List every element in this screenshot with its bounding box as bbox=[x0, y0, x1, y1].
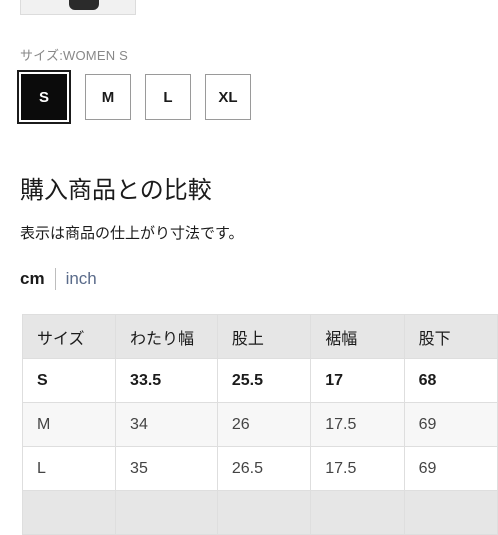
product-image[interactable] bbox=[20, 0, 136, 15]
table-header-row: サイズ わたり幅 股上 裾幅 股下 bbox=[21, 314, 498, 359]
size-selector: S M L XL bbox=[17, 70, 251, 124]
table-cell: 33.5 bbox=[115, 358, 218, 403]
unit-cm-button[interactable]: cm bbox=[20, 269, 45, 289]
comparison-title: 購入商品との比較 bbox=[20, 177, 212, 204]
column-header: 裾幅 bbox=[310, 314, 405, 359]
table-cell: 34 bbox=[115, 402, 218, 447]
table-cell: 17.5 bbox=[310, 446, 405, 491]
table-row-cut-off bbox=[21, 490, 498, 535]
size-table: サイズ わたり幅 股上 裾幅 股下 S 33.5 25.5 17 68 M 34… bbox=[21, 314, 498, 535]
unit-inch-button[interactable]: inch bbox=[66, 269, 97, 289]
table-cell bbox=[403, 490, 498, 535]
table-cell: M bbox=[21, 402, 117, 447]
table-cell: 69 bbox=[403, 402, 498, 447]
table-cell: 26.5 bbox=[216, 446, 312, 491]
table-cell bbox=[21, 490, 117, 535]
unit-divider bbox=[54, 268, 56, 290]
size-button-s-label: S bbox=[21, 74, 67, 120]
column-header: サイズ bbox=[21, 314, 117, 359]
table-cell: S bbox=[21, 358, 117, 403]
table-row: L 35 26.5 17.5 69 bbox=[21, 446, 498, 491]
table-row: S 33.5 25.5 17 68 bbox=[21, 358, 498, 403]
table-cell: 17 bbox=[310, 358, 405, 403]
column-header: 股上 bbox=[216, 314, 312, 359]
table-cell bbox=[310, 490, 405, 535]
table-cell: 68 bbox=[403, 358, 498, 403]
size-button-l[interactable]: L bbox=[145, 74, 191, 120]
table-cell bbox=[216, 490, 312, 535]
table-cell: 17.5 bbox=[310, 402, 405, 447]
table-row: M 34 26 17.5 69 bbox=[21, 402, 498, 447]
selected-size-label: サイズ:WOMEN S bbox=[20, 48, 128, 63]
unit-toggle: cm inch bbox=[20, 268, 97, 290]
size-button-s[interactable]: S bbox=[17, 70, 71, 124]
table-cell: 25.5 bbox=[216, 358, 312, 403]
table-cell: 26 bbox=[216, 402, 312, 447]
table-cell bbox=[115, 490, 218, 535]
size-button-xl[interactable]: XL bbox=[205, 74, 251, 120]
table-cell: 69 bbox=[403, 446, 498, 491]
product-image-figure bbox=[69, 0, 99, 10]
dimensions-note: 表示は商品の仕上がり寸法です。 bbox=[20, 225, 244, 242]
table-cell: L bbox=[21, 446, 117, 491]
size-button-m[interactable]: M bbox=[85, 74, 131, 120]
column-header: わたり幅 bbox=[115, 314, 218, 359]
column-header: 股下 bbox=[403, 314, 498, 359]
table-cell: 35 bbox=[115, 446, 218, 491]
